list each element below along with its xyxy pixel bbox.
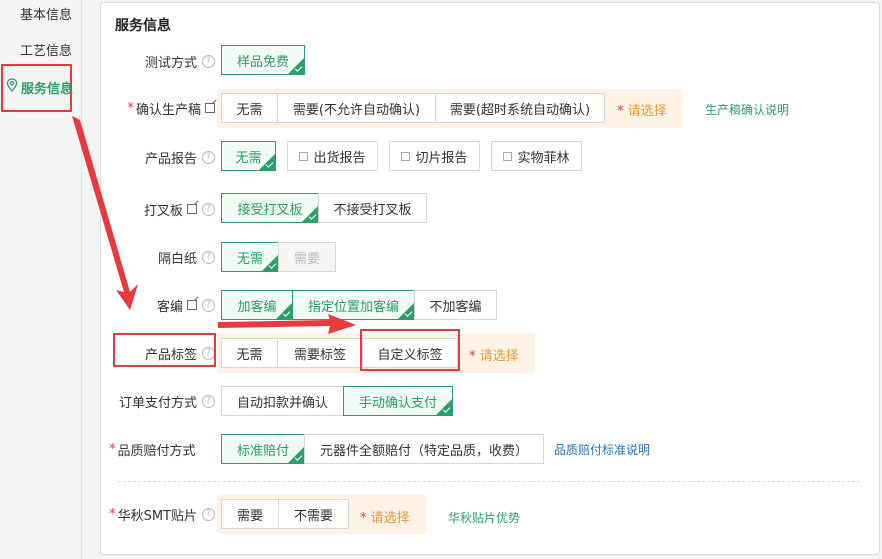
annotation-arrow-down xyxy=(72,116,138,310)
annotation-arrow-right xyxy=(218,314,356,334)
annotation-arrows xyxy=(72,116,356,334)
